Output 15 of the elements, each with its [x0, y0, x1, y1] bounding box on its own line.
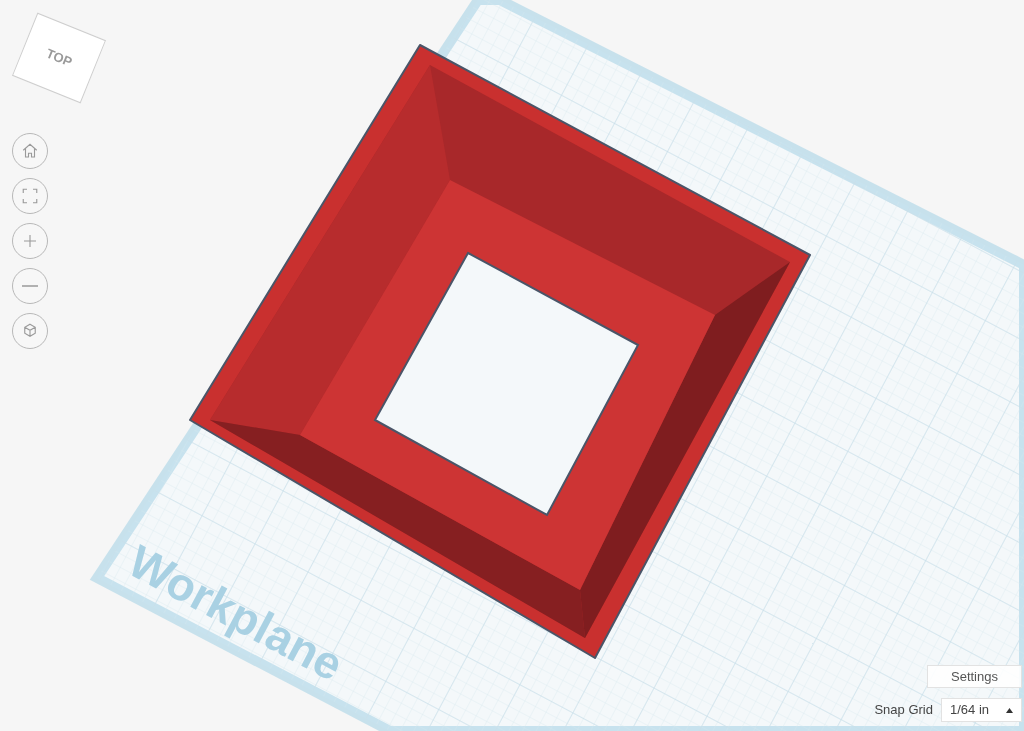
plus-icon [21, 232, 39, 250]
zoom-in-button[interactable] [12, 223, 48, 259]
perspective-button[interactable] [12, 313, 48, 349]
snap-grid-dropdown[interactable]: 1/64 in [941, 698, 1022, 722]
fit-view-button[interactable] [12, 178, 48, 214]
cube-icon [21, 322, 39, 340]
minus-icon [22, 285, 38, 287]
home-button[interactable] [12, 133, 48, 169]
snap-grid-label: Snap Grid [874, 701, 933, 720]
settings-button[interactable]: Settings [927, 665, 1022, 688]
view-cube-label: TOP [43, 44, 75, 72]
caret-icon [1006, 707, 1013, 713]
zoom-out-button[interactable] [12, 268, 48, 304]
frame-corners-icon [21, 187, 39, 205]
home-icon [21, 142, 39, 160]
